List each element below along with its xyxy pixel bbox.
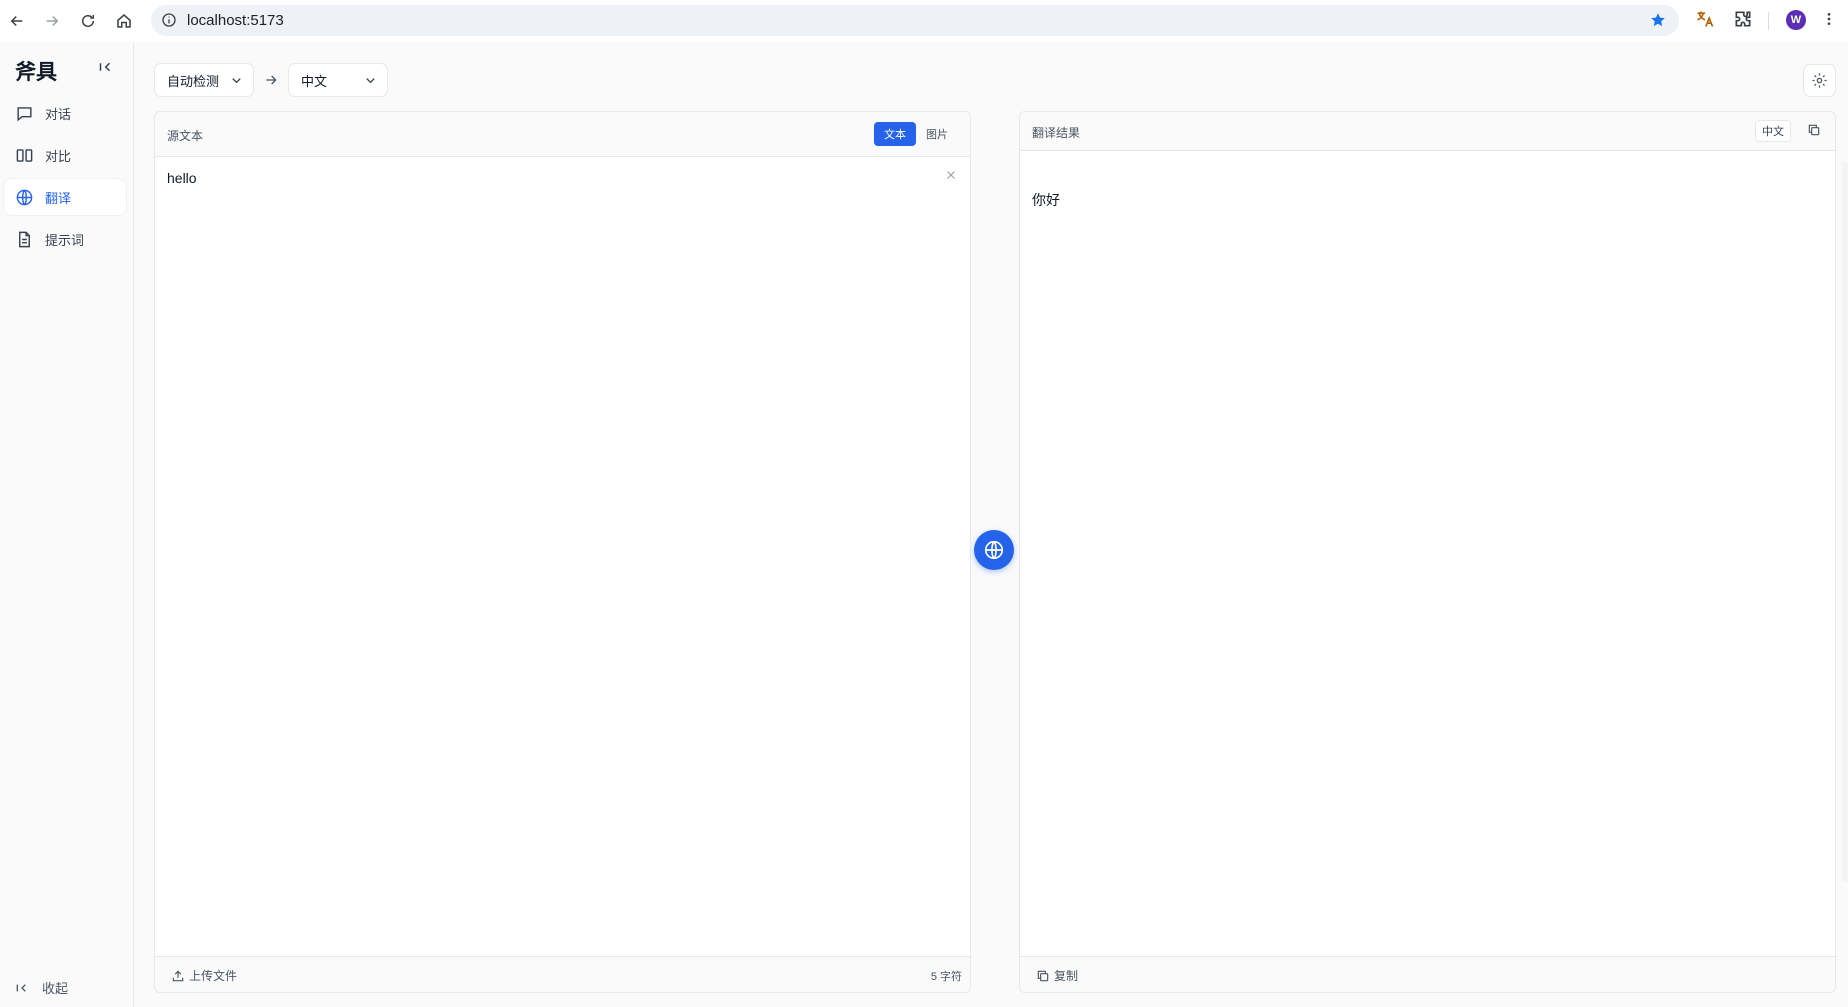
sidebar-item-chat[interactable]: 对话 [4,95,126,131]
source-panel-title: 源文本 [167,129,204,143]
address-bar[interactable]: localhost:5173 [151,5,1679,36]
mode-text-tab[interactable]: 文本 [874,122,916,146]
copy-icon[interactable] [1807,123,1821,137]
globe-icon [16,189,33,205]
translate-extension-icon[interactable] [1695,9,1715,29]
toolbar-divider [1768,12,1769,30]
source-panel: 源文本 文本 图片 hello 上传文件 5 字符 [154,111,971,993]
sidebar: 斧具 对话 对比 翻译 提示词 收起 [0,42,134,1007]
collapse-sidebar-icon[interactable] [96,58,114,76]
collapse-label: 收起 [42,981,69,996]
scrollbar-track[interactable] [1842,162,1848,882]
result-language-badge: 中文 [1755,120,1791,142]
mode-image-tab[interactable]: 图片 [916,122,958,146]
app-brand: 斧具 [15,61,57,84]
forward-icon[interactable] [38,7,66,35]
result-panel-title: 翻译结果 [1032,126,1081,140]
document-icon [19,231,30,247]
sidebar-item-label: 对比 [45,148,72,164]
chevron-down-icon [232,78,241,84]
sidebar-item-label: 翻译 [45,190,72,206]
settings-button[interactable] [1803,64,1836,97]
extensions-puzzle-icon[interactable] [1733,9,1753,29]
translation-result-text: 你好 [1032,192,1060,208]
upload-file-button[interactable]: 上传文件 [171,967,237,984]
result-panel: 翻译结果 中文 你好 复制 [1019,111,1836,993]
upload-icon [172,970,184,981]
chevron-down-icon [366,78,375,84]
collapse-button[interactable]: 收起 [14,978,68,997]
browser-toolbar: localhost:5173 W [0,0,1848,42]
source-panel-footer: 上传文件 5 字符 [155,956,970,992]
target-language-select[interactable]: 中文 [288,63,388,97]
sidebar-item-label: 提示词 [45,232,85,248]
source-language-value: 自动检测 [167,73,220,89]
char-count: 5 字符 [930,971,962,983]
copy-result-button[interactable]: 复制 [1036,967,1078,984]
copy-result-label: 复制 [1054,969,1079,983]
collapse-icon [16,983,26,992]
result-panel-footer: 复制 [1020,956,1835,992]
translate-button[interactable] [974,530,1014,570]
result-panel-header: 翻译结果 中文 [1020,112,1835,151]
info-icon[interactable] [161,12,177,28]
profile-avatar[interactable]: W [1786,10,1806,30]
translate-workspace: 自动检测 中文 源文本 文本 图片 hello 上传文件 5 字符 翻译结果 中… [134,42,1848,1007]
source-panel-header: 源文本 文本 图片 [155,112,970,157]
sidebar-item-label: 对话 [45,106,72,122]
gear-icon [1812,73,1827,88]
url-text: localhost:5173 [187,12,284,29]
arrow-right-icon [266,75,277,85]
source-language-select[interactable]: 自动检测 [154,63,254,97]
columns-icon [16,148,33,162]
sidebar-item-prompts[interactable]: 提示词 [4,221,126,257]
sidebar-item-compare[interactable]: 对比 [4,137,126,173]
target-language-value: 中文 [301,73,328,89]
browser-menu-icon[interactable] [1821,9,1837,29]
home-icon[interactable] [110,7,138,35]
sidebar-item-translate[interactable]: 翻译 [4,179,126,215]
globe-icon [984,540,1004,560]
chat-bubble-icon [17,106,32,121]
bookmark-star-icon[interactable] [1649,11,1667,29]
clear-icon[interactable] [944,168,958,182]
upload-file-label: 上传文件 [189,969,238,983]
source-text-input[interactable]: hello [167,170,197,186]
input-mode-toggle: 文本 图片 [874,122,958,146]
back-icon[interactable] [3,7,31,35]
copy-icon [1037,970,1049,981]
reload-icon[interactable] [74,7,102,35]
